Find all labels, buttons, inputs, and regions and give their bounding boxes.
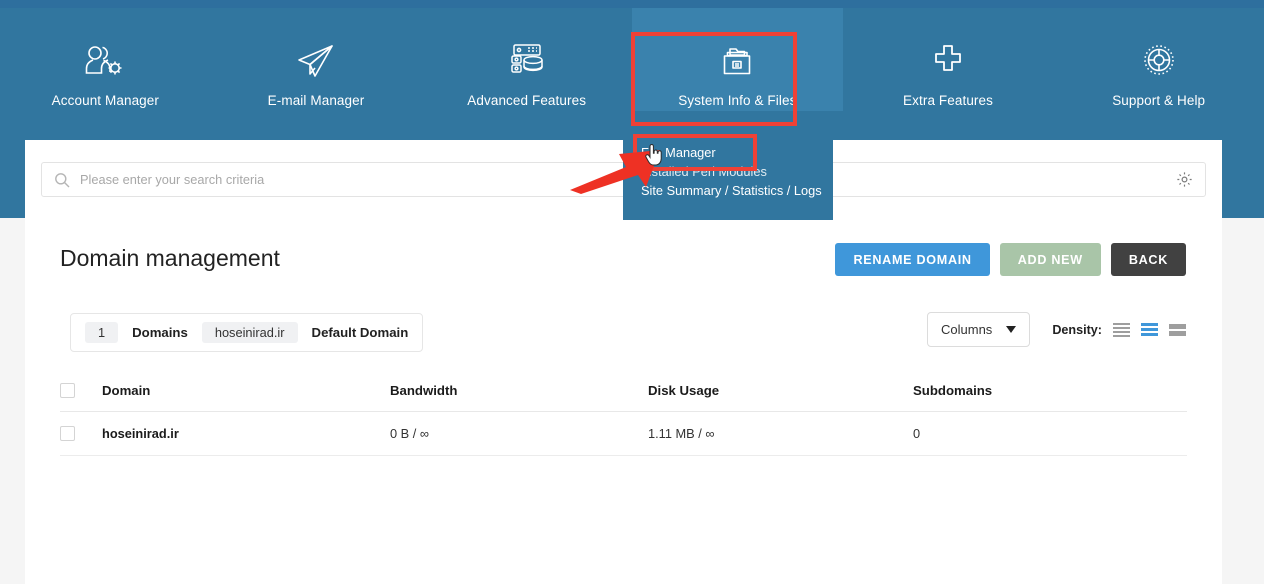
table-header-row: Domain Bandwidth Disk Usage Subdomains — [60, 370, 1187, 412]
database-icon — [506, 35, 548, 87]
gear-icon[interactable] — [1176, 171, 1193, 188]
paper-plane-icon — [294, 35, 338, 87]
folder-files-icon — [715, 35, 759, 87]
density-comfortable-button[interactable] — [1169, 323, 1186, 336]
default-domain-label: Default Domain — [311, 325, 409, 340]
app-root: Account Manager E-mail Manager Advanced … — [0, 0, 1264, 584]
nav-item-label: Advanced Features — [467, 93, 587, 108]
select-all-cell — [60, 383, 102, 398]
domains-label: Domains — [132, 325, 188, 340]
chevron-down-icon — [1006, 326, 1017, 333]
dropdown-item-installed-perl-modules[interactable]: Installed Perl Modules — [641, 162, 833, 181]
row-select-cell — [60, 426, 102, 441]
nav-item-label: Account Manager — [51, 93, 159, 108]
nav-item-advanced-features[interactable]: Advanced Features — [421, 8, 632, 111]
page-title: Domain management — [60, 245, 280, 271]
default-domain-chip: hoseinirad.ir — [201, 322, 298, 343]
cell-bandwidth: 0 B / ∞ — [390, 426, 429, 441]
cell-disk-usage: 1.11 MB / ∞ — [648, 426, 715, 441]
rename-domain-button[interactable]: RENAME DOMAIN — [835, 243, 990, 276]
domains-table: Domain Bandwidth Disk Usage Subdomains h… — [60, 370, 1187, 456]
column-header-bandwidth[interactable]: Bandwidth — [390, 383, 648, 398]
density-label: Density: — [1052, 322, 1102, 337]
column-header-disk-usage[interactable]: Disk Usage — [648, 383, 913, 398]
nav-item-label: Extra Features — [903, 93, 993, 108]
density-standard-button[interactable] — [1141, 323, 1158, 336]
users-gear-icon — [82, 35, 128, 87]
density-compact-button[interactable] — [1113, 322, 1130, 337]
domain-count-chip: 1 — [85, 322, 119, 343]
cell-subdomains: 0 — [913, 426, 921, 441]
dropdown-item-file-manager[interactable]: File Manager — [641, 143, 833, 162]
main-navigation: Account Manager E-mail Manager Advanced … — [0, 8, 1264, 138]
nav-item-email-manager[interactable]: E-mail Manager — [211, 8, 422, 111]
nav-item-support-help[interactable]: Support & Help — [1053, 8, 1264, 111]
nav-item-label: E-mail Manager — [267, 93, 365, 108]
nav-item-extra-features[interactable]: Extra Features — [843, 8, 1054, 111]
add-new-button[interactable]: ADD NEW — [999, 243, 1101, 276]
nav-item-account-manager[interactable]: Account Manager — [0, 8, 211, 111]
columns-button[interactable]: Columns — [927, 312, 1031, 347]
hand-pointer-cursor — [645, 144, 662, 166]
lifebuoy-icon — [1138, 35, 1180, 87]
column-header-subdomains[interactable]: Subdomains — [913, 383, 1113, 398]
select-all-checkbox[interactable] — [60, 383, 75, 398]
row-checkbox[interactable] — [60, 426, 75, 441]
nav-item-label: Support & Help — [1112, 93, 1206, 108]
domain-info-bar: 1 Domains hoseinirad.ir Default Domain — [70, 313, 424, 352]
nav-item-system-info-files[interactable]: System Info & Files — [632, 8, 843, 111]
plus-icon — [927, 35, 969, 87]
table-row[interactable]: hoseinirad.ir 0 B / ∞ 1.11 MB / ∞ 0 — [60, 412, 1187, 456]
cell-domain: hoseinirad.ir — [102, 426, 179, 441]
density-control: Density: — [1052, 322, 1186, 337]
page-action-buttons: RENAME DOMAIN ADD NEW BACK — [835, 243, 1186, 276]
nav-item-label: System Info & Files — [678, 93, 797, 108]
column-header-domain[interactable]: Domain — [102, 383, 390, 398]
back-button[interactable]: BACK — [1110, 243, 1186, 276]
table-tools: Columns Density: — [927, 312, 1186, 347]
search-icon — [54, 172, 70, 188]
dropdown-item-site-summary-statistics-logs[interactable]: Site Summary / Statistics / Logs — [641, 181, 833, 200]
header-top-strip — [0, 0, 1264, 8]
columns-button-label: Columns — [941, 322, 993, 337]
